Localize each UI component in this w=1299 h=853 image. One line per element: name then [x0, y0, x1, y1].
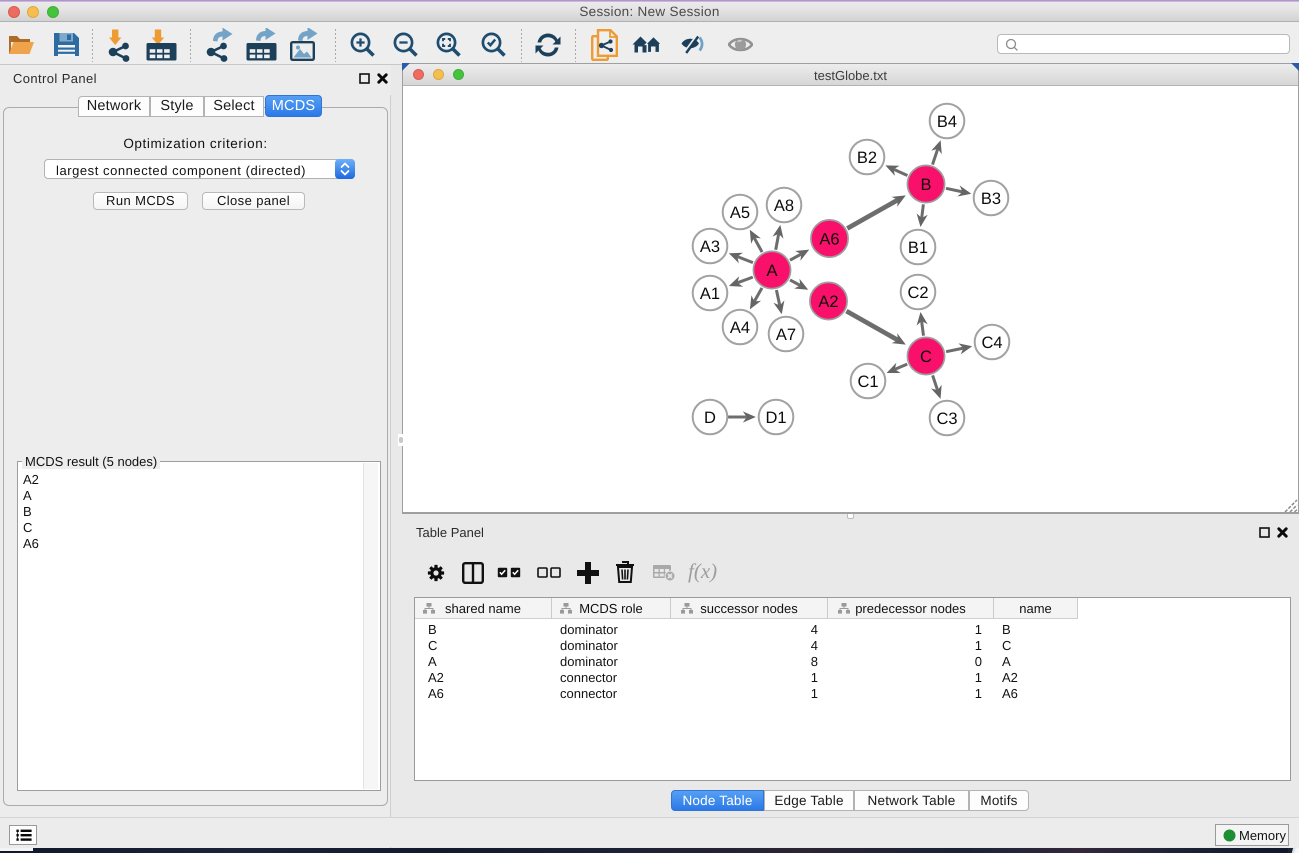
- svg-text:A8: A8: [774, 197, 794, 215]
- svg-text:f(x): f(x): [688, 561, 717, 583]
- svg-text:C1: C1: [857, 373, 878, 391]
- svg-text:A: A: [766, 262, 777, 280]
- svg-text:B: B: [920, 176, 931, 194]
- svg-text:A1: A1: [700, 285, 720, 303]
- svg-text:C: C: [920, 348, 932, 366]
- svg-text:C3: C3: [936, 410, 957, 428]
- svg-text:B2: B2: [857, 149, 877, 167]
- svg-text:A7: A7: [776, 326, 796, 344]
- svg-text:B1: B1: [908, 239, 928, 257]
- svg-text:C2: C2: [907, 284, 928, 302]
- svg-text:A5: A5: [730, 204, 750, 222]
- svg-text:A2: A2: [818, 293, 838, 311]
- svg-text:C4: C4: [981, 334, 1002, 352]
- svg-text:A6: A6: [819, 231, 839, 249]
- svg-text:A4: A4: [730, 319, 750, 337]
- svg-text:D1: D1: [765, 409, 786, 427]
- svg-text:B3: B3: [981, 190, 1001, 208]
- svg-text:B4: B4: [937, 113, 957, 131]
- svg-text:A3: A3: [700, 238, 720, 256]
- svg-text:D: D: [704, 409, 716, 427]
